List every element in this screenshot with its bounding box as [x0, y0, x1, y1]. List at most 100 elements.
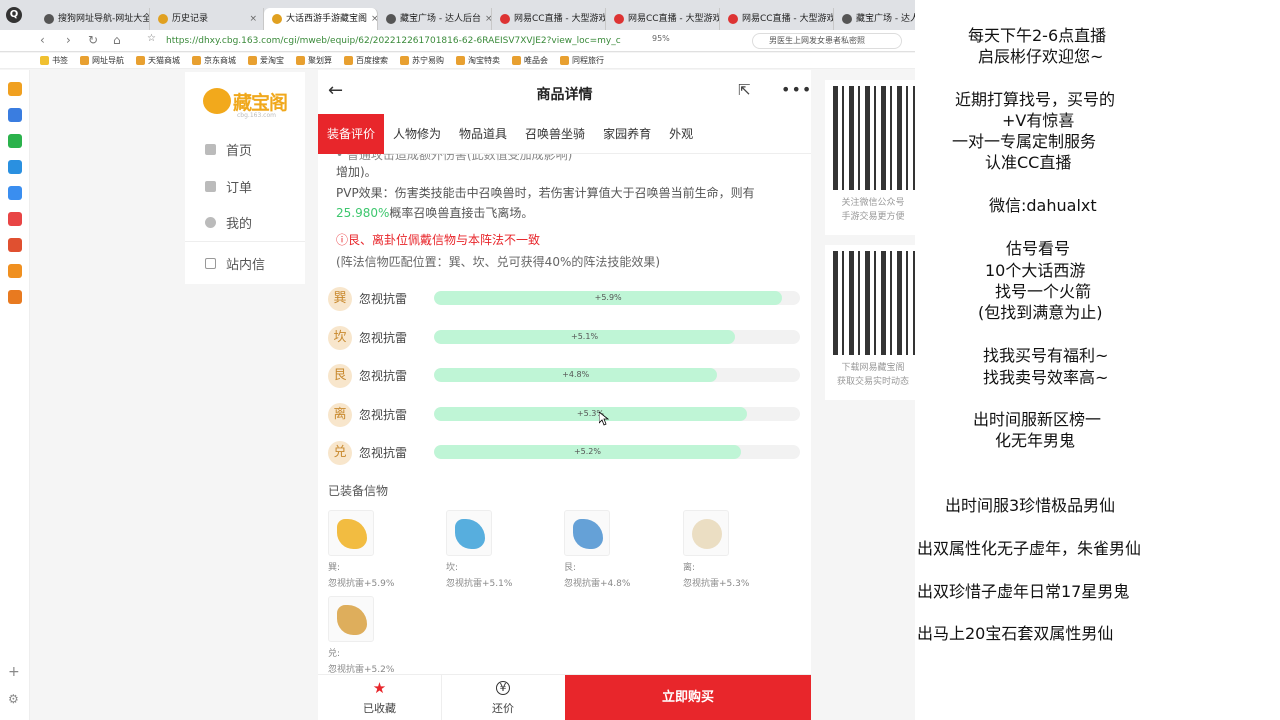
tab-6[interactable]: 外观	[660, 114, 702, 154]
tab-favicon-icon	[272, 14, 282, 24]
browser-tab[interactable]: 网易CC直播 - 大型游戏×	[606, 8, 720, 30]
bottom-action-bar: ★ 已收藏 ¥ 还价 立即购买	[318, 674, 811, 720]
overlay-text-line: 出时间服3珍惜极品男仙	[945, 496, 1116, 515]
close-icon[interactable]: ×	[485, 8, 491, 30]
bookmark-label: 聚划算	[308, 56, 332, 65]
zoom-level[interactable]: 95%	[652, 34, 670, 43]
address-bar: ‹ › ↻ ⌂ ☆ https://dhxy.cbg.163.com/cgi/m…	[0, 30, 915, 52]
cbg-logo[interactable]: 藏宝阁 cbg.163.com	[203, 86, 293, 122]
dock-app-icon[interactable]	[7, 108, 22, 122]
dock-app-icon[interactable]	[7, 238, 22, 252]
nav-item-orders[interactable]: 订单	[205, 177, 252, 196]
back-nav-icon[interactable]: ‹	[40, 33, 45, 47]
bookmark-star-icon[interactable]: ☆	[147, 33, 156, 44]
bookmark-item[interactable]: 书签	[40, 55, 68, 66]
wechat-qr-code	[833, 86, 915, 190]
trigram-badge: 离	[328, 402, 352, 427]
bookmark-item[interactable]: 聚划算	[296, 55, 332, 66]
share-icon[interactable]: ⇱	[738, 81, 751, 99]
browser-tab[interactable]: 网易CC直播 - 大型游戏×	[720, 8, 834, 30]
browser-tab[interactable]: 网易CC直播 - 大型游戏×	[492, 8, 606, 30]
bookmark-favicon-icon	[400, 56, 409, 65]
tab-label: 网易CC直播 - 大型游戏	[628, 14, 720, 24]
bookmark-item[interactable]: 爱淘宝	[248, 55, 284, 66]
bookmark-item[interactable]: 天猫商城	[136, 55, 180, 66]
dock-app-icon[interactable]	[7, 134, 22, 148]
overlay-text-line: 化无年男鬼	[995, 431, 1076, 450]
nav-item-home[interactable]: 首页	[205, 140, 252, 159]
browser-tab[interactable]: 历史记录 ×	[150, 8, 264, 30]
browser-tab[interactable]: 搜狗网址导航-网址大全×	[36, 8, 150, 30]
tab-5[interactable]: 家园养育	[594, 114, 660, 154]
dock-app-icon[interactable]	[7, 212, 22, 226]
progress-track: +5.1%	[434, 329, 800, 344]
tab-label: 搜狗网址导航-网址大全	[58, 14, 150, 24]
item-desc: 忽视抗雷+4.8%	[564, 579, 631, 589]
dock-app-icon[interactable]	[7, 82, 22, 96]
bookmark-item[interactable]: 网址导航	[80, 55, 124, 66]
side-dock: + ⚙	[0, 70, 30, 720]
equipped-item[interactable]: 巽: 忽视抗雷+5.9%	[328, 510, 448, 600]
buy-now-button[interactable]: 立即购买	[565, 675, 811, 720]
trigram-badge: 坎	[328, 325, 352, 350]
nav-item-messages[interactable]: 站内信	[205, 254, 265, 273]
reload-icon[interactable]: ↻	[88, 33, 98, 47]
favorite-button[interactable]: ★ 已收藏	[318, 675, 441, 720]
progress-track: +4.8%	[434, 368, 800, 382]
dock-app-icon[interactable]	[7, 264, 22, 278]
dock-add-icon[interactable]: +	[8, 664, 20, 680]
dock-app-icon[interactable]	[7, 290, 22, 304]
overlay-text-line: 微信:dahualxt	[989, 196, 1097, 215]
attribute-bar-row: 离忽视抗雷 +5.3%	[328, 400, 803, 430]
equipped-item[interactable]: 艮: 忽视抗雷+4.8%	[564, 510, 684, 600]
nav-item-mine[interactable]: 我的	[205, 213, 252, 232]
close-icon[interactable]: ×	[371, 8, 377, 30]
dock-settings-icon[interactable]: ⚙	[8, 692, 19, 706]
item-slot: 艮:	[564, 563, 577, 573]
bookmark-favicon-icon	[192, 56, 201, 65]
url-input[interactable]: https://dhxy.cbg.163.com/cgi/mweb/equip/…	[166, 33, 646, 49]
browser-app-icon[interactable]: Q	[6, 7, 22, 23]
tab-4[interactable]: 召唤兽坐骑	[516, 114, 594, 154]
browser-tab[interactable]: 藏宝广场 - 达人后台×	[834, 8, 915, 30]
browser-search-input[interactable]: 男医生上网发女患者私密照	[752, 33, 902, 49]
bookmark-item[interactable]: 苏宁易购	[400, 55, 444, 66]
home-nav-icon[interactable]: ⌂	[113, 33, 121, 47]
close-icon[interactable]: ×	[249, 8, 257, 30]
formation-note: (阵法信物匹配位置：巽、坎、兑可获得40%的阵法技能效果)	[336, 255, 661, 269]
attribute-bar-row: 坎忽视抗雷 +5.1%	[328, 323, 803, 353]
item-image	[328, 510, 374, 556]
mouse-cursor-icon	[599, 412, 609, 426]
bookmark-item[interactable]: 同程旅行	[560, 55, 604, 66]
progress-fill: +4.8%	[434, 368, 718, 382]
tab-3[interactable]: 物品道具	[450, 114, 516, 154]
attribute-bar-row: 艮忽视抗雷 +4.8%	[328, 361, 803, 391]
bookmark-item[interactable]: 京东商城	[192, 55, 236, 66]
item-slot: 离:	[683, 563, 696, 573]
tab-favicon-icon	[44, 14, 54, 24]
browser-window: Q 搜狗网址导航-网址大全×历史记录×大话西游手游藏宝阁×藏宝广场 - 达人后台…	[0, 0, 915, 720]
forward-nav-icon[interactable]: ›	[66, 33, 71, 47]
browser-tab[interactable]: 大话西游手游藏宝阁 ×	[264, 8, 378, 30]
bookmark-favicon-icon	[456, 56, 465, 65]
dock-app-icon[interactable]	[7, 186, 22, 200]
browser-tab[interactable]: 藏宝广场 - 达人后台×	[378, 8, 492, 30]
tab-2[interactable]: 人物修为	[384, 114, 450, 154]
overlay-text-line: 出马上20宝石套双属性男仙	[917, 624, 1114, 643]
equipped-item[interactable]: 坎: 忽视抗雷+5.1%	[446, 510, 566, 600]
bookmarks-bar: 书签 网址导航 天猫商城 京东商城 爱淘宝 聚划算 百度搜索 苏宁易购 淘宝特卖 唯品会 同程旅行	[0, 53, 915, 69]
stream-overlay: 每天下午2-6点直播 启辰彬仔欢迎您~ 近期打算找号，买号的 +V有惊喜 一对一专属定制…	[915, 0, 1280, 720]
wechat-qr-card: 关注微信公众号 手游交易更方便	[825, 80, 915, 235]
home-icon	[205, 144, 216, 155]
bookmark-item[interactable]: 唯品会	[512, 55, 548, 66]
tab-1[interactable]: 装备评价	[318, 114, 385, 154]
more-icon[interactable]: •••	[781, 80, 812, 99]
tab-favicon-icon	[842, 14, 852, 24]
dock-app-icon[interactable]	[7, 160, 22, 174]
bargain-button[interactable]: ¥ 还价	[441, 675, 564, 720]
mail-icon	[205, 258, 216, 269]
bookmark-item[interactable]: 淘宝特卖	[456, 55, 500, 66]
bookmark-item[interactable]: 百度搜索	[344, 55, 388, 66]
equipped-item[interactable]: 兑: 忽视抗雷+5.2%	[328, 596, 448, 674]
equipped-item[interactable]: 离: 忽视抗雷+5.3%	[683, 510, 803, 600]
